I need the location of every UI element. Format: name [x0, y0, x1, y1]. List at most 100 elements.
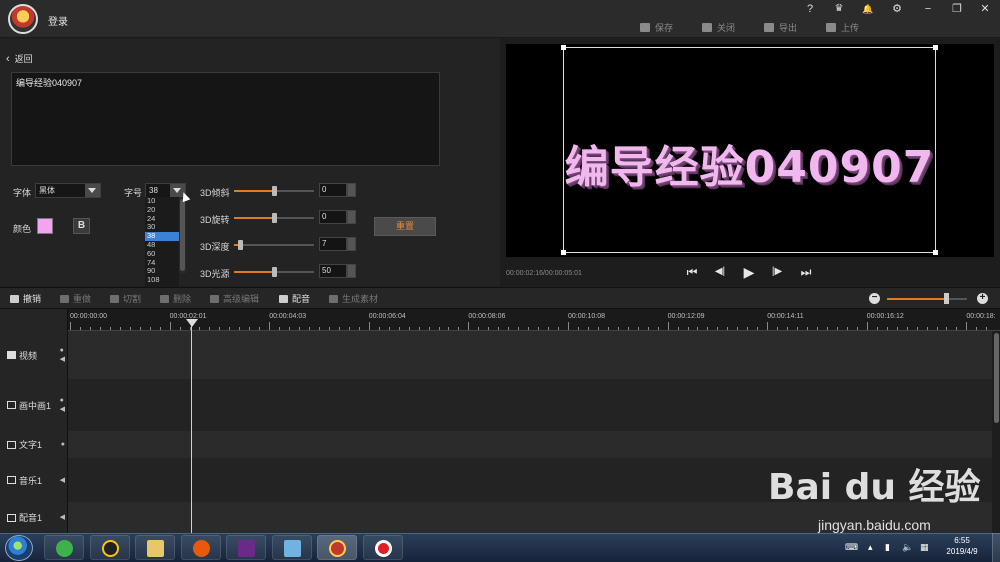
skip-end-icon[interactable]: ⏭: [798, 264, 814, 280]
ruler-tick: [299, 327, 301, 330]
zoom-in-icon[interactable]: +: [977, 293, 988, 304]
show-desktop-button[interactable]: [992, 533, 1000, 562]
playhead-handle[interactable]: [186, 319, 198, 327]
step-back-icon[interactable]: ◀|: [712, 264, 728, 280]
resize-handle[interactable]: [561, 45, 566, 50]
upload-button[interactable]: 上传: [826, 20, 859, 34]
font-select[interactable]: 黑体: [35, 183, 101, 198]
restore-icon[interactable]: ❐: [949, 2, 965, 16]
taskbar-app-recorder[interactable]: [363, 535, 403, 560]
slider-track[interactable]: [234, 240, 314, 250]
resize-handle[interactable]: [933, 250, 938, 255]
spinner-icon[interactable]: [347, 264, 356, 278]
slider-track[interactable]: [234, 186, 314, 196]
slider-value-input[interactable]: 0: [319, 210, 347, 224]
size-value: 38: [149, 186, 158, 195]
clock-time: 6:55: [954, 536, 970, 545]
undo-button[interactable]: 撤销: [10, 292, 41, 305]
start-button-icon[interactable]: [5, 535, 33, 561]
track-header[interactable]: 视频 ● ◀: [0, 331, 68, 379]
play-icon[interactable]: ▶: [741, 264, 757, 280]
slider-knob[interactable]: [272, 267, 277, 277]
slider-value-input[interactable]: 7: [319, 237, 347, 251]
generate-label: 生成素材: [342, 294, 379, 304]
track-header[interactable]: 文字1 ●: [0, 431, 68, 458]
track-lane[interactable]: [68, 379, 992, 431]
clock[interactable]: 6:55 2019/4/9: [938, 535, 986, 557]
skip-start-icon[interactable]: ⏮: [684, 264, 700, 280]
app-logo: [8, 4, 38, 34]
track-visibility-audio-icons[interactable]: ◀: [60, 476, 65, 485]
playhead[interactable]: [191, 320, 192, 533]
ruler-tick: [70, 322, 71, 330]
taskbar-app-qq[interactable]: [90, 535, 130, 560]
spinner-icon[interactable]: [347, 237, 356, 251]
keyboard-icon[interactable]: ⌨: [845, 542, 858, 553]
bell-icon[interactable]: 🔔: [860, 2, 876, 16]
tray-arrow-icon[interactable]: ▴: [868, 542, 873, 553]
volume-icon[interactable]: 🔈: [902, 542, 913, 553]
dub-button[interactable]: 配音: [279, 292, 310, 305]
advanced-edit-button[interactable]: 高级编辑: [210, 292, 259, 305]
save-button[interactable]: 保存: [640, 20, 673, 34]
track-visibility-audio-icons[interactable]: ◀: [60, 513, 65, 522]
delete-button[interactable]: 删除: [160, 292, 191, 305]
cut-label: 切割: [123, 294, 142, 304]
slider-value-input[interactable]: 50: [319, 264, 347, 278]
reset-button[interactable]: 重置: [374, 217, 436, 236]
track-header[interactable]: 音乐1 ◀: [0, 458, 68, 502]
taskbar-app-explorer[interactable]: [135, 535, 175, 560]
timeline-ruler[interactable]: [68, 309, 1000, 331]
timeline-scrollbar[interactable]: [992, 331, 1000, 533]
ruler-tick: [866, 322, 868, 330]
network-icon[interactable]: ▦: [920, 542, 929, 553]
track-header[interactable]: 配音1 ◀: [0, 502, 68, 533]
taskbar-app-media[interactable]: [226, 535, 266, 560]
redo-button[interactable]: 重做: [60, 292, 91, 305]
taskbar-app-firefox[interactable]: [181, 535, 221, 560]
minimize-icon[interactable]: −: [920, 2, 936, 16]
vip-icon[interactable]: ♛: [831, 2, 847, 16]
size-option[interactable]: 108: [145, 275, 179, 285]
close-project-button[interactable]: 关闭: [702, 20, 735, 34]
battery-icon[interactable]: ▮: [885, 542, 890, 553]
export-button[interactable]: 导出: [764, 20, 797, 34]
gear-icon[interactable]: ⚙: [889, 2, 905, 16]
login-link[interactable]: 登录: [48, 13, 68, 28]
color-swatch[interactable]: [37, 218, 53, 234]
preview-timecode: 00:00:02:16/00:00:05:01: [506, 270, 582, 277]
cut-button[interactable]: 切割: [110, 292, 141, 305]
chevron-down-icon[interactable]: [85, 184, 100, 197]
caption-text-input[interactable]: 编导经验040907: [11, 72, 440, 166]
slider-knob[interactable]: [237, 240, 243, 250]
slider-knob[interactable]: [272, 213, 277, 223]
chevron-left-icon: ‹: [6, 52, 10, 65]
taskbar-app-notes[interactable]: [272, 535, 312, 560]
resize-handle[interactable]: [933, 45, 938, 50]
taskbar-app-360[interactable]: [44, 535, 84, 560]
spinner-icon[interactable]: [347, 183, 356, 197]
back-button[interactable]: ‹ 返回: [6, 52, 33, 65]
slider-track[interactable]: [234, 267, 314, 277]
slider-track[interactable]: [234, 213, 314, 223]
spinner-icon[interactable]: [347, 210, 356, 224]
track-lane[interactable]: [68, 431, 992, 458]
zoom-out-icon[interactable]: −: [869, 293, 880, 304]
step-forward-icon[interactable]: |▶: [769, 264, 785, 280]
zoom-slider-knob[interactable]: [944, 293, 949, 304]
track-visibility-audio-icons[interactable]: ● ◀: [60, 346, 65, 364]
bold-button[interactable]: B: [73, 218, 90, 234]
size-list-scrollbar[interactable]: [179, 197, 186, 273]
slider-knob[interactable]: [272, 186, 277, 196]
help-icon[interactable]: ?: [802, 2, 818, 16]
track-lane[interactable]: [68, 331, 992, 379]
track-visibility-audio-icons[interactable]: ● ◀: [60, 396, 65, 414]
taskbar-app-editor[interactable]: [317, 535, 357, 560]
resize-handle[interactable]: [561, 250, 566, 255]
slider-value-input[interactable]: 0: [319, 183, 347, 197]
ruler-tick: [797, 327, 799, 330]
close-icon[interactable]: ✕: [977, 2, 993, 16]
track-visibility-audio-icons[interactable]: ●: [61, 440, 65, 449]
track-header[interactable]: 画中画1 ● ◀: [0, 379, 68, 431]
generate-button[interactable]: 生成素材: [329, 292, 378, 305]
